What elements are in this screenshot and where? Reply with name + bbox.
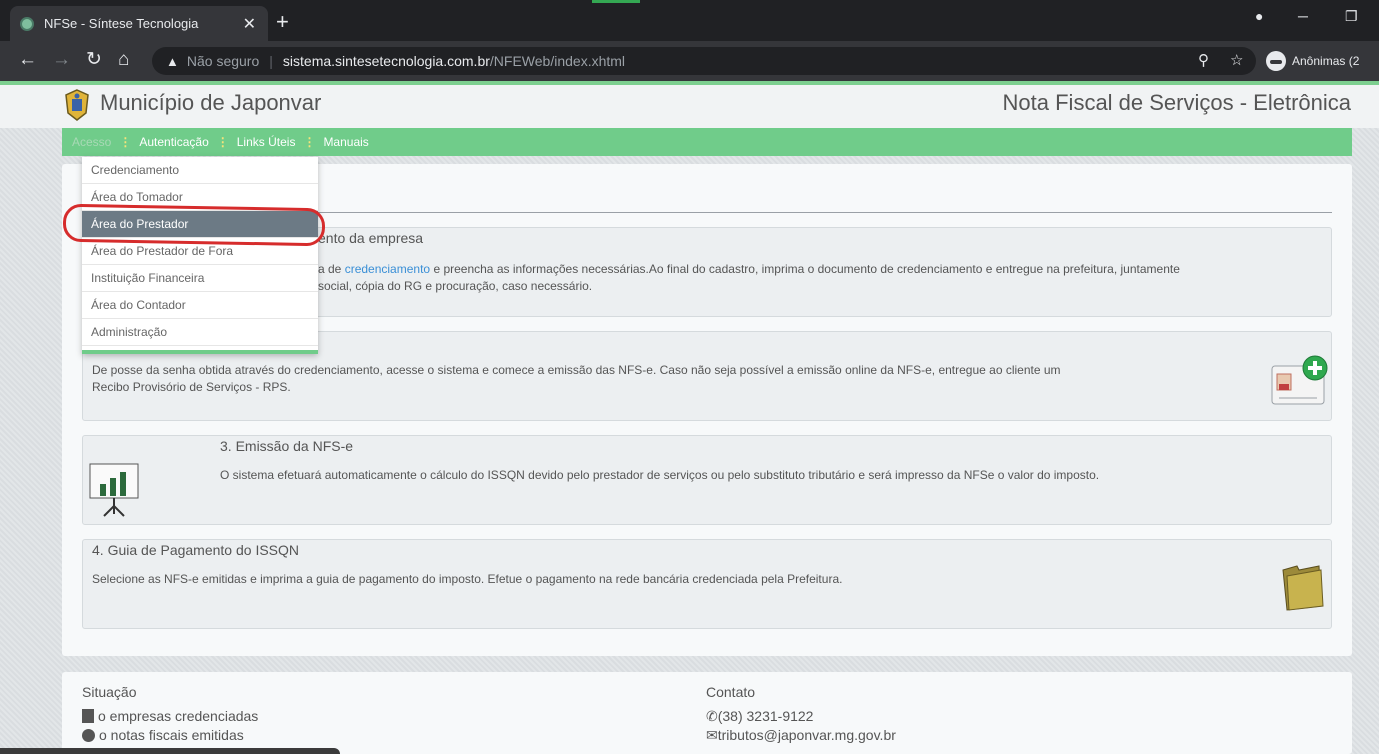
- step2-text-line2: Recibo Provisório de Serviços - RPS.: [92, 380, 291, 394]
- security-label: Não seguro: [186, 53, 260, 69]
- bookmark-star-icon[interactable]: ☆: [1230, 51, 1243, 69]
- notas-stat: o notas fiscais emitidas: [82, 727, 244, 743]
- step1-text-line2: social, cópia do RG e procuração, caso n…: [318, 279, 593, 293]
- menu-acesso[interactable]: Acesso: [72, 135, 111, 149]
- step1-text: a de credenciamento e preencha as inform…: [318, 261, 1328, 295]
- reload-icon[interactable]: ↻: [86, 50, 102, 70]
- menu-manuais[interactable]: Manuais: [323, 135, 368, 149]
- incognito-icon: [1266, 51, 1286, 71]
- profile-label: Anônimas (2: [1292, 54, 1360, 68]
- step1-text-pre: a de: [318, 262, 342, 276]
- new-tab-icon[interactable]: +: [276, 9, 289, 35]
- step-guia-pagamento: 4. Guia de Pagamento do ISSQN Selecione …: [82, 539, 1332, 629]
- zoom-icon[interactable]: ⚲: [1198, 51, 1209, 69]
- profile-menu-icon[interactable]: ●: [1255, 8, 1263, 24]
- info-icon: [82, 729, 95, 742]
- municipality-crest-icon: [65, 89, 89, 121]
- envelope-icon: ✉: [706, 727, 718, 743]
- dropdown-instituicao-financeira[interactable]: Instituição Financeira: [82, 265, 318, 292]
- main-menu: Acesso ⋮ Autenticação ⋮ Links Úteis ⋮ Ma…: [62, 128, 1352, 156]
- contato-title: Contato: [706, 684, 756, 700]
- url-path: /NFEWeb/index.xhtml: [489, 53, 626, 69]
- dropdown-bottom-bar: [82, 350, 318, 354]
- menu-links-uteis[interactable]: Links Úteis: [237, 135, 296, 149]
- folder-icon: [1282, 565, 1324, 611]
- municipality-name: Município de Japonvar: [100, 90, 322, 115]
- close-tab-icon[interactable]: ✕: [243, 14, 256, 34]
- email-contact: ✉tributos@japonvar.mg.gov.br: [706, 727, 896, 744]
- acesso-dropdown: Credenciamento Área do Tomador Área do P…: [82, 157, 318, 354]
- credenciamento-link[interactable]: credenciamento: [345, 262, 430, 276]
- step3-text: O sistema efetuará automaticamente o cál…: [220, 468, 1100, 482]
- back-icon[interactable]: ←: [18, 50, 37, 70]
- url-host: sistema.sintesetecnologia.com.br: [282, 53, 490, 69]
- browser-tabstrip: NFSe - Síntese Tecnologia ✕ + ● ─ ❐: [0, 0, 1379, 41]
- dropdown-area-contador[interactable]: Área do Contador: [82, 292, 318, 319]
- menu-separator: ⋮: [216, 135, 229, 149]
- step4-title: 4. Guia de Pagamento do ISSQN: [92, 542, 300, 558]
- step-emissao: 3. Emissão da NFS-e O sistema efetuará a…: [82, 435, 1332, 525]
- bottom-overlay: [0, 748, 340, 754]
- dropdown-credenciamento[interactable]: Credenciamento: [82, 157, 318, 184]
- forward-icon[interactable]: →: [52, 50, 71, 70]
- step2-text: De posse da senha obtida através do cred…: [92, 362, 1222, 396]
- step1-title: ento da empresa: [318, 230, 424, 246]
- add-user-card-icon: [1271, 355, 1328, 405]
- dropdown-administracao[interactable]: Administração: [82, 319, 318, 346]
- phone-text: (38) 3231-9122: [717, 708, 814, 724]
- highlight-annotation: [62, 203, 326, 247]
- omnibox-separator: |: [269, 53, 273, 69]
- warning-icon: ▲: [166, 53, 179, 69]
- home-icon[interactable]: ⌂: [118, 50, 129, 70]
- situacao-title: Situação: [82, 684, 137, 700]
- system-title: Nota Fiscal de Serviços - Eletrônica: [1002, 90, 1351, 115]
- browser-tab[interactable]: NFSe - Síntese Tecnologia ✕: [10, 6, 268, 41]
- step1-text-post: e preencha as informações necessárias.Ao…: [433, 262, 1180, 276]
- restore-icon[interactable]: ❐: [1345, 8, 1358, 25]
- empresas-text: o empresas credenciadas: [98, 708, 259, 724]
- step3-title: 3. Emissão da NFS-e: [220, 438, 354, 454]
- notas-text: o notas fiscais emitidas: [99, 727, 244, 743]
- minimize-icon[interactable]: ─: [1298, 8, 1308, 24]
- menu-autenticacao[interactable]: Autenticação: [139, 135, 208, 149]
- tab-title: NFSe - Síntese Tecnologia: [44, 16, 199, 31]
- incognito-profile[interactable]: Anônimas (2: [1266, 47, 1359, 75]
- menu-separator: ⋮: [119, 135, 132, 149]
- step4-text: Selecione as NFS-e emitidas e imprima a …: [92, 572, 843, 586]
- site-favicon-icon: [20, 16, 34, 31]
- step2-text-line1: De posse da senha obtida através do cred…: [92, 363, 1061, 377]
- menu-separator: ⋮: [303, 135, 316, 149]
- presentation-chart-icon: [89, 463, 139, 517]
- email-text[interactable]: tributos@japonvar.mg.gov.br: [718, 727, 896, 743]
- building-icon: [82, 709, 94, 723]
- address-bar[interactable]: ▲ Não seguro | sistema.sintesetecnologia…: [152, 47, 1256, 75]
- phone-contact: ✆(38) 3231-9122: [706, 708, 813, 725]
- phone-icon: ✆: [706, 708, 718, 724]
- tabstrip-accent: [592, 0, 640, 3]
- empresas-stat: o empresas credenciadas: [82, 708, 258, 724]
